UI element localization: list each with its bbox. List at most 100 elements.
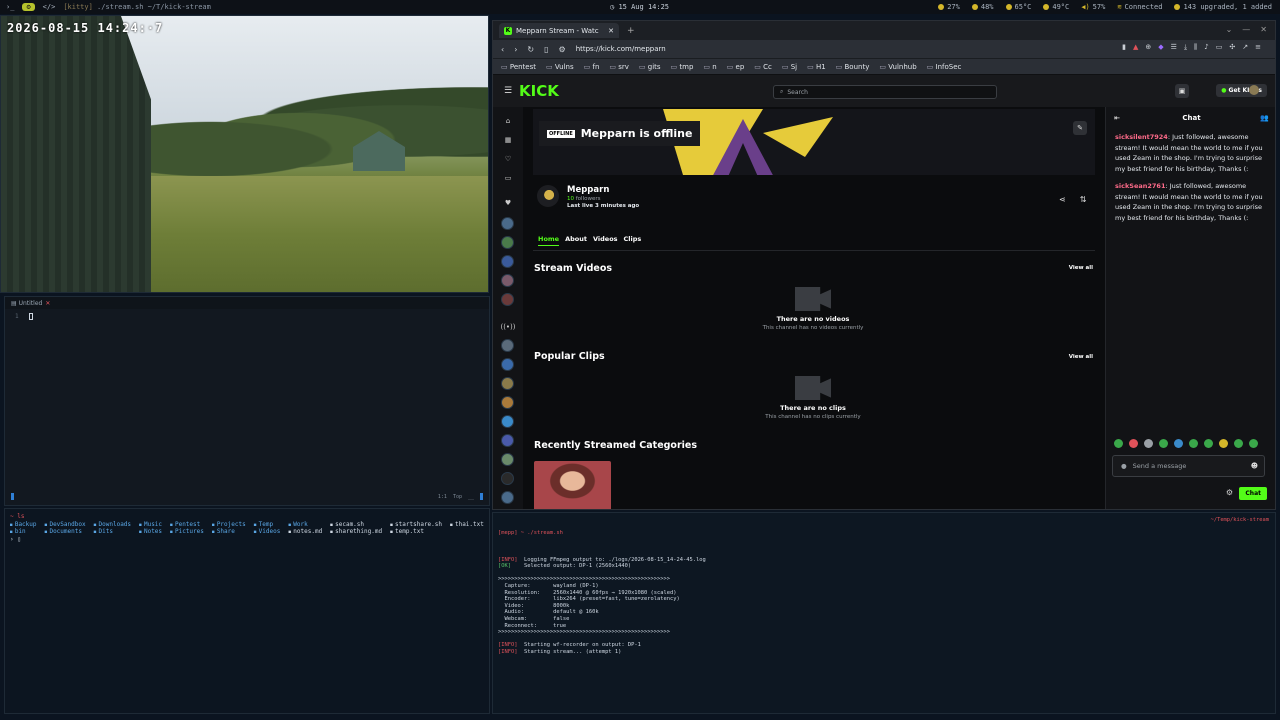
- category-thumbnail[interactable]: [534, 461, 611, 509]
- edit-banner-pencil-icon[interactable]: ✎: [1073, 121, 1087, 135]
- channel-tab-videos[interactable]: Videos: [593, 235, 618, 246]
- file-entry[interactable]: Downloads: [94, 521, 132, 528]
- workspace-terminal-icon[interactable]: ›_: [6, 3, 14, 11]
- store-icon[interactable]: ▣: [1175, 84, 1189, 98]
- send-chat-button[interactable]: Chat: [1239, 487, 1267, 500]
- channel-name[interactable]: Mepparn: [567, 185, 639, 195]
- workspace-code-icon[interactable]: </>: [43, 3, 56, 11]
- emoji-picker-icon[interactable]: ☻: [1251, 462, 1258, 470]
- bookmark-item[interactable]: ep: [727, 63, 745, 71]
- clips-view-all-link[interactable]: View all: [1069, 354, 1093, 360]
- back-icon[interactable]: ‹: [501, 45, 504, 54]
- emote-icon[interactable]: [1189, 439, 1198, 448]
- hamburger-menu-icon[interactable]: ☰: [504, 86, 512, 96]
- site-info-icon[interactable]: ⚙: [559, 45, 566, 54]
- text-editor[interactable]: ▤ Untitled ✕ 1 1:1 Top __: [4, 296, 490, 506]
- settings-sliders-icon[interactable]: ⇅: [1080, 195, 1087, 204]
- clips-icon[interactable]: ▭: [502, 172, 514, 184]
- chat-message-input[interactable]: ● Send a message ☻: [1112, 455, 1265, 477]
- emote-icon[interactable]: [1159, 439, 1168, 448]
- channel-tab-home[interactable]: Home: [538, 235, 560, 246]
- following-heart-icon[interactable]: ♡: [502, 153, 514, 165]
- file-entry[interactable]: temp.txt: [390, 528, 442, 535]
- collapse-chat-icon[interactable]: ⇤: [1114, 114, 1120, 122]
- extension-icon-3[interactable]: ⊕: [1145, 43, 1151, 52]
- recommended-channel-avatar[interactable]: [501, 358, 514, 371]
- file-entry[interactable]: Work: [288, 521, 322, 528]
- close-tab-icon[interactable]: ✕: [608, 27, 614, 35]
- editor-line[interactable]: 1: [5, 309, 489, 320]
- minimize-icon[interactable]: —: [1242, 25, 1250, 34]
- extension-icon-5[interactable]: ☰: [1171, 43, 1177, 52]
- extension-icon-1[interactable]: ▮: [1122, 43, 1126, 52]
- kick-logo[interactable]: KICK: [519, 82, 559, 100]
- file-entry[interactable]: Share: [212, 528, 246, 535]
- file-entry[interactable]: startshare.sh: [390, 521, 442, 528]
- channel-tab-about[interactable]: About: [565, 235, 587, 246]
- live-channels-icon[interactable]: ((•)): [500, 321, 515, 333]
- recommended-channel-avatar[interactable]: [501, 491, 514, 504]
- download-icon[interactable]: ⤓: [1184, 43, 1187, 52]
- file-entry[interactable]: Videos: [254, 528, 281, 535]
- bookmark-item[interactable]: tmp: [671, 63, 693, 71]
- bookmark-item[interactable]: fn: [584, 63, 599, 71]
- file-entry[interactable]: Notes: [139, 528, 162, 535]
- address-bar[interactable]: https://kick.com/mepparn: [576, 45, 666, 53]
- emote-icon[interactable]: [1234, 439, 1243, 448]
- chat-settings-gear-icon[interactable]: ⚙: [1226, 488, 1233, 497]
- bookmark-item[interactable]: n: [703, 63, 716, 71]
- volume-indicator[interactable]: ◀) 57%: [1081, 3, 1105, 11]
- network-indicator[interactable]: ≋ Connected: [1117, 3, 1162, 11]
- extension-icon-4[interactable]: ◆: [1158, 43, 1163, 52]
- bookmark-item[interactable]: Cc: [754, 63, 772, 71]
- recommended-channel-avatar[interactable]: [501, 453, 514, 466]
- followed-channel-avatar[interactable]: [501, 217, 514, 230]
- bookmark-item[interactable]: srv: [609, 63, 629, 71]
- music-icon[interactable]: ♪: [1204, 43, 1208, 52]
- bookmark-item[interactable]: gits: [639, 63, 661, 71]
- recommended-channel-avatar[interactable]: [501, 434, 514, 447]
- emote-icon[interactable]: [1219, 439, 1228, 448]
- share-icon[interactable]: ↗: [1242, 43, 1248, 52]
- bookmark-icon[interactable]: ▯: [544, 45, 548, 54]
- browser-tab-kick[interactable]: K Mepparn Stream - Watc ✕: [499, 23, 619, 38]
- emote-icon[interactable]: [1174, 439, 1183, 448]
- file-entry[interactable]: sharething.md: [330, 528, 382, 535]
- file-entry[interactable]: Documents: [45, 528, 86, 535]
- file-listing-terminal[interactable]: ~ ls Backup DevSandbox Downloads Music Pente…: [4, 508, 490, 714]
- recommended-channel-avatar[interactable]: [501, 339, 514, 352]
- window-icon[interactable]: ▭: [1216, 43, 1223, 52]
- new-tab-button[interactable]: +: [627, 26, 635, 36]
- file-entry[interactable]: secam.sh: [330, 521, 382, 528]
- stream-terminal[interactable]: [mepp] ~ ./stream.sh ~/Temp/kick-stream …: [492, 512, 1276, 714]
- channel-avatar[interactable]: [537, 185, 559, 207]
- user-avatar[interactable]: [1249, 85, 1259, 95]
- file-entry[interactable]: Backup: [10, 521, 37, 528]
- clock[interactable]: ◷ 15 Aug 14:25: [610, 3, 669, 11]
- workspace-active-gear-icon[interactable]: ⚙: [22, 3, 35, 11]
- home-icon[interactable]: ⌂: [502, 115, 514, 127]
- bookmark-item[interactable]: Bounty: [836, 63, 870, 71]
- search-input[interactable]: ⌕ Search: [773, 85, 997, 99]
- menu-icon[interactable]: ≡: [1255, 43, 1261, 52]
- favorites-heart-icon[interactable]: ♥: [502, 197, 514, 209]
- bookmark-item[interactable]: H1: [807, 63, 826, 71]
- recommended-channel-avatar[interactable]: [501, 377, 514, 390]
- get-kicks-button[interactable]: ● Get KICKs: [1216, 84, 1267, 97]
- recommended-channel-avatar[interactable]: [501, 472, 514, 485]
- share-icon[interactable]: ⋖: [1059, 195, 1066, 204]
- bookmark-item[interactable]: InfoSec: [927, 63, 962, 71]
- channel-tab-clips[interactable]: Clips: [624, 235, 642, 246]
- close-window-icon[interactable]: ✕: [1260, 25, 1267, 34]
- videos-view-all-link[interactable]: View all: [1069, 265, 1093, 271]
- file-entry[interactable]: bin: [10, 528, 37, 535]
- chat-users-icon[interactable]: 👥: [1260, 114, 1269, 122]
- close-icon[interactable]: ✕: [45, 300, 50, 307]
- bookmark-item[interactable]: Pentest: [501, 63, 536, 71]
- recommended-channel-avatar[interactable]: [501, 396, 514, 409]
- bookmark-item[interactable]: Sj: [782, 63, 797, 71]
- emote-icon[interactable]: [1144, 439, 1153, 448]
- bookmark-item[interactable]: Vulns: [546, 63, 574, 71]
- file-entry[interactable]: Pentest: [170, 521, 204, 528]
- forward-icon[interactable]: ›: [514, 45, 517, 54]
